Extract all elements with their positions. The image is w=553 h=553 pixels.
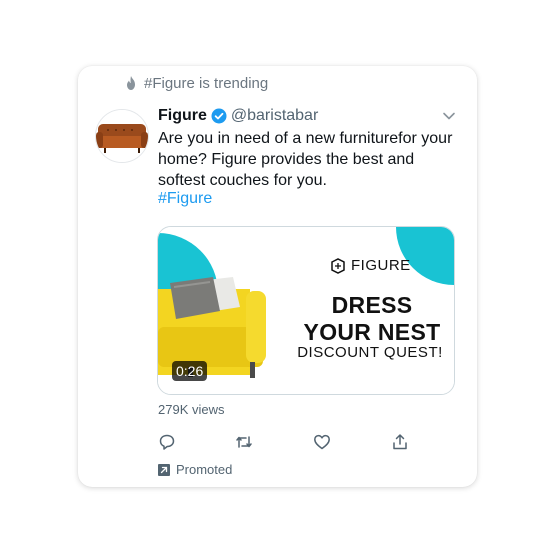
ad-headline-line-1: DRESS [331,292,413,318]
promoted-tweet-card: #Figure is trending Figure @baristabar A… [78,66,477,487]
author-handle[interactable]: @baristabar [231,107,318,125]
tweet-author-row: Figure @baristabar [158,106,318,126]
ad-headline-line-2: YOUR NEST [303,319,441,345]
ad-brand-name: FIGURE [351,257,411,274]
flame-icon [127,76,135,90]
ad-subline: DISCOUNT QUEST! [297,344,443,361]
author-name[interactable]: Figure [158,107,207,125]
retweet-icon[interactable] [235,433,253,451]
video-duration-badge: 0:26 [172,361,208,381]
promoted-label[interactable]: Promoted [158,462,232,477]
trending-text: #Figure is trending [144,74,269,92]
hashtag-link[interactable]: #Figure [158,190,212,208]
view-count: 279K views [158,402,225,417]
tweet-actions-bar [158,433,418,453]
chevron-down-icon[interactable] [442,109,456,123]
promoted-arrow-icon [158,463,170,476]
verified-badge-icon [211,108,227,124]
avatar[interactable] [95,109,149,163]
reply-icon[interactable] [158,433,176,451]
ad-brand: FIGURE [330,257,411,274]
like-icon[interactable] [313,433,331,451]
tweet-text: Are you in need of a new furniturefor yo… [158,130,453,189]
ad-video-media[interactable]: FIGURE DRESS YOUR NEST DISCOUNT QUEST! 0… [157,226,455,395]
share-icon[interactable] [391,433,409,451]
trending-context[interactable]: #Figure is trending [124,74,268,92]
promoted-text: Promoted [176,462,233,477]
figure-logo-icon [331,257,345,274]
